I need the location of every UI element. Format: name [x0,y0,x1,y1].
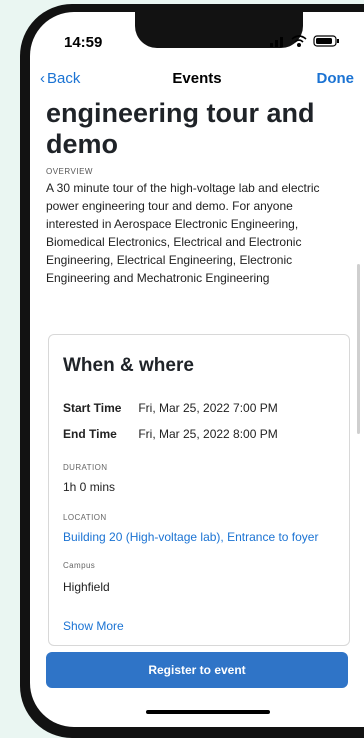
status-time: 14:59 [64,34,103,51]
battery-icon [313,35,339,47]
show-more-link[interactable]: Show More [63,619,124,633]
screen: 14:59 ‹ Back Events Done engineering tou… [30,12,364,727]
start-time-row: Start Time Fri, Mar 25, 2022 7:00 PM [63,401,278,415]
duration-value: 1h 0 mins [63,480,116,494]
signal-icon [270,37,283,47]
location-label: LOCATION [63,513,107,522]
register-button[interactable]: Register to event [46,652,348,688]
location-link[interactable]: Building 20 (High-voltage lab), Entrance… [63,530,318,544]
when-where-card: When & where Start Time Fri, Mar 25, 202… [48,334,350,646]
campus-value: Highfield [63,580,110,594]
overview-label: OVERVIEW [46,167,93,176]
overview-text: A 30 minute tour of the high-voltage lab… [46,181,320,285]
home-indicator [146,710,270,714]
end-time-label: End Time [63,427,117,441]
phone-frame: 14:59 ‹ Back Events Done engineering tou… [20,4,364,738]
end-time-value: Fri, Mar 25, 2022 8:00 PM [138,427,278,441]
duration-label: DURATION [63,463,108,472]
nav-title: Events [172,70,222,87]
event-title: engineering tour and demo [46,98,315,159]
start-time-value: Fri, Mar 25, 2022 7:00 PM [138,401,278,415]
navigation-bar: ‹ Back Events Done [30,66,364,96]
wifi-icon [291,35,307,48]
card-title: When & where [63,355,194,376]
status-icons [270,35,339,48]
end-time-row: End Time Fri, Mar 25, 2022 8:00 PM [63,427,278,441]
done-button[interactable]: Done [317,70,355,87]
campus-label: Campus [63,561,96,570]
scrollbar[interactable] [357,264,360,434]
start-time-label: Start Time [63,401,122,415]
